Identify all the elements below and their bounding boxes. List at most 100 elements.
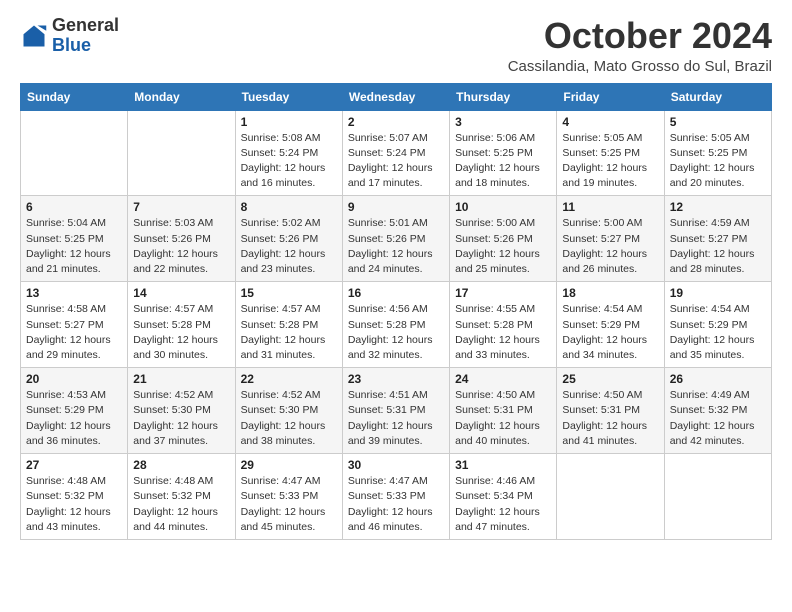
day-number: 16 bbox=[348, 286, 444, 300]
weekday-header: Thursday bbox=[450, 83, 557, 110]
day-number: 27 bbox=[26, 458, 122, 472]
calendar-cell: 5 Sunrise: 5:05 AMSunset: 5:25 PMDaylight… bbox=[664, 110, 771, 196]
calendar-cell bbox=[664, 454, 771, 540]
calendar-week-row: 27 Sunrise: 4:48 AMSunset: 5:32 PMDayligh… bbox=[21, 454, 772, 540]
day-number: 20 bbox=[26, 372, 122, 386]
weekday-header: Monday bbox=[128, 83, 235, 110]
day-number: 2 bbox=[348, 115, 444, 129]
calendar-header: SundayMondayTuesdayWednesdayThursdayFrid… bbox=[21, 83, 772, 110]
calendar-cell: 29 Sunrise: 4:47 AMSunset: 5:33 PMDayligh… bbox=[235, 454, 342, 540]
calendar-cell: 1 Sunrise: 5:08 AMSunset: 5:24 PMDaylight… bbox=[235, 110, 342, 196]
day-info: Sunrise: 4:52 AMSunset: 5:30 PMDaylight:… bbox=[241, 388, 337, 449]
day-info: Sunrise: 4:47 AMSunset: 5:33 PMDaylight:… bbox=[241, 474, 337, 535]
day-number: 23 bbox=[348, 372, 444, 386]
weekday-header-row: SundayMondayTuesdayWednesdayThursdayFrid… bbox=[21, 83, 772, 110]
day-number: 18 bbox=[562, 286, 658, 300]
day-info: Sunrise: 5:07 AMSunset: 5:24 PMDaylight:… bbox=[348, 131, 444, 192]
day-info: Sunrise: 4:57 AMSunset: 5:28 PMDaylight:… bbox=[133, 302, 229, 363]
day-info: Sunrise: 5:04 AMSunset: 5:25 PMDaylight:… bbox=[26, 216, 122, 277]
calendar-week-row: 13Sunrise: 4:58 AMSunset: 5:27 PMDayligh… bbox=[21, 282, 772, 368]
day-number: 21 bbox=[133, 372, 229, 386]
day-number: 3 bbox=[455, 115, 551, 129]
calendar-cell: 12 Sunrise: 4:59 AMSunset: 5:27 PMDayligh… bbox=[664, 196, 771, 282]
day-number: 25 bbox=[562, 372, 658, 386]
day-number: 15 bbox=[241, 286, 337, 300]
calendar-week-row: 6 Sunrise: 5:04 AMSunset: 5:25 PMDaylight… bbox=[21, 196, 772, 282]
calendar-cell: 23Sunrise: 4:51 AMSunset: 5:31 PMDayligh… bbox=[342, 368, 449, 454]
weekday-header: Wednesday bbox=[342, 83, 449, 110]
calendar-cell: 14 Sunrise: 4:57 AMSunset: 5:28 PMDayligh… bbox=[128, 282, 235, 368]
day-number: 28 bbox=[133, 458, 229, 472]
header: General Blue October 2024 Cassilandia, M… bbox=[20, 16, 772, 75]
day-info: Sunrise: 4:48 AMSunset: 5:32 PMDaylight:… bbox=[26, 474, 122, 535]
title-area: October 2024 Cassilandia, Mato Grosso do… bbox=[508, 16, 772, 75]
day-number: 5 bbox=[670, 115, 766, 129]
day-info: Sunrise: 5:02 AMSunset: 5:26 PMDaylight:… bbox=[241, 216, 337, 277]
day-number: 8 bbox=[241, 200, 337, 214]
calendar-cell: 8 Sunrise: 5:02 AMSunset: 5:26 PMDaylight… bbox=[235, 196, 342, 282]
calendar-cell: 21 Sunrise: 4:52 AMSunset: 5:30 PMDayligh… bbox=[128, 368, 235, 454]
day-number: 7 bbox=[133, 200, 229, 214]
day-number: 11 bbox=[562, 200, 658, 214]
month-title: October 2024 bbox=[508, 16, 772, 56]
day-number: 6 bbox=[26, 200, 122, 214]
calendar-cell: 3 Sunrise: 5:06 AMSunset: 5:25 PMDaylight… bbox=[450, 110, 557, 196]
day-info: Sunrise: 5:00 AMSunset: 5:27 PMDaylight:… bbox=[562, 216, 658, 277]
calendar-cell: 10 Sunrise: 5:00 AMSunset: 5:26 PMDayligh… bbox=[450, 196, 557, 282]
calendar-cell: 9Sunrise: 5:01 AMSunset: 5:26 PMDaylight… bbox=[342, 196, 449, 282]
calendar-cell: 31 Sunrise: 4:46 AMSunset: 5:34 PMDayligh… bbox=[450, 454, 557, 540]
calendar-body: 1 Sunrise: 5:08 AMSunset: 5:24 PMDaylight… bbox=[21, 110, 772, 539]
calendar-cell: 28 Sunrise: 4:48 AMSunset: 5:32 PMDayligh… bbox=[128, 454, 235, 540]
day-number: 1 bbox=[241, 115, 337, 129]
day-info: Sunrise: 4:59 AMSunset: 5:27 PMDaylight:… bbox=[670, 216, 766, 277]
day-number: 17 bbox=[455, 286, 551, 300]
day-info: Sunrise: 4:55 AMSunset: 5:28 PMDaylight:… bbox=[455, 302, 551, 363]
calendar-cell: 18 Sunrise: 4:54 AMSunset: 5:29 PMDayligh… bbox=[557, 282, 664, 368]
day-info: Sunrise: 5:03 AMSunset: 5:26 PMDaylight:… bbox=[133, 216, 229, 277]
calendar-cell: 26 Sunrise: 4:49 AMSunset: 5:32 PMDayligh… bbox=[664, 368, 771, 454]
calendar-cell: 11 Sunrise: 5:00 AMSunset: 5:27 PMDayligh… bbox=[557, 196, 664, 282]
calendar-cell: 13Sunrise: 4:58 AMSunset: 5:27 PMDayligh… bbox=[21, 282, 128, 368]
calendar-week-row: 1 Sunrise: 5:08 AMSunset: 5:24 PMDaylight… bbox=[21, 110, 772, 196]
day-number: 14 bbox=[133, 286, 229, 300]
day-number: 29 bbox=[241, 458, 337, 472]
calendar-cell: 22 Sunrise: 4:52 AMSunset: 5:30 PMDayligh… bbox=[235, 368, 342, 454]
calendar-cell bbox=[128, 110, 235, 196]
day-info: Sunrise: 4:54 AMSunset: 5:29 PMDaylight:… bbox=[562, 302, 658, 363]
day-number: 9 bbox=[348, 200, 444, 214]
day-number: 24 bbox=[455, 372, 551, 386]
day-info: Sunrise: 4:46 AMSunset: 5:34 PMDaylight:… bbox=[455, 474, 551, 535]
day-info: Sunrise: 4:58 AMSunset: 5:27 PMDaylight:… bbox=[26, 302, 122, 363]
calendar-cell: 24Sunrise: 4:50 AMSunset: 5:31 PMDayligh… bbox=[450, 368, 557, 454]
logo-general-text: General bbox=[52, 15, 119, 35]
calendar-table: SundayMondayTuesdayWednesdayThursdayFrid… bbox=[20, 83, 772, 540]
calendar-cell: 20 Sunrise: 4:53 AMSunset: 5:29 PMDayligh… bbox=[21, 368, 128, 454]
day-number: 26 bbox=[670, 372, 766, 386]
day-info: Sunrise: 4:49 AMSunset: 5:32 PMDaylight:… bbox=[670, 388, 766, 449]
calendar-cell: 25 Sunrise: 4:50 AMSunset: 5:31 PMDayligh… bbox=[557, 368, 664, 454]
calendar-cell bbox=[557, 454, 664, 540]
day-info: Sunrise: 4:50 AMSunset: 5:31 PMDaylight:… bbox=[562, 388, 658, 449]
day-info: Sunrise: 4:48 AMSunset: 5:32 PMDaylight:… bbox=[133, 474, 229, 535]
location-title: Cassilandia, Mato Grosso do Sul, Brazil bbox=[508, 58, 772, 75]
day-info: Sunrise: 4:52 AMSunset: 5:30 PMDaylight:… bbox=[133, 388, 229, 449]
day-number: 4 bbox=[562, 115, 658, 129]
calendar-cell: 7 Sunrise: 5:03 AMSunset: 5:26 PMDaylight… bbox=[128, 196, 235, 282]
day-number: 30 bbox=[348, 458, 444, 472]
weekday-header: Saturday bbox=[664, 83, 771, 110]
day-number: 10 bbox=[455, 200, 551, 214]
day-info: Sunrise: 5:05 AMSunset: 5:25 PMDaylight:… bbox=[562, 131, 658, 192]
day-number: 31 bbox=[455, 458, 551, 472]
day-number: 12 bbox=[670, 200, 766, 214]
day-info: Sunrise: 5:06 AMSunset: 5:25 PMDaylight:… bbox=[455, 131, 551, 192]
calendar-cell: 30Sunrise: 4:47 AMSunset: 5:33 PMDayligh… bbox=[342, 454, 449, 540]
day-number: 22 bbox=[241, 372, 337, 386]
calendar-cell: 2 Sunrise: 5:07 AMSunset: 5:24 PMDaylight… bbox=[342, 110, 449, 196]
day-info: Sunrise: 5:08 AMSunset: 5:24 PMDaylight:… bbox=[241, 131, 337, 192]
day-info: Sunrise: 4:53 AMSunset: 5:29 PMDaylight:… bbox=[26, 388, 122, 449]
day-info: Sunrise: 5:05 AMSunset: 5:25 PMDaylight:… bbox=[670, 131, 766, 192]
calendar-cell: 27 Sunrise: 4:48 AMSunset: 5:32 PMDayligh… bbox=[21, 454, 128, 540]
logo: General Blue bbox=[20, 16, 119, 56]
day-info: Sunrise: 5:00 AMSunset: 5:26 PMDaylight:… bbox=[455, 216, 551, 277]
calendar-cell: 19Sunrise: 4:54 AMSunset: 5:29 PMDayligh… bbox=[664, 282, 771, 368]
